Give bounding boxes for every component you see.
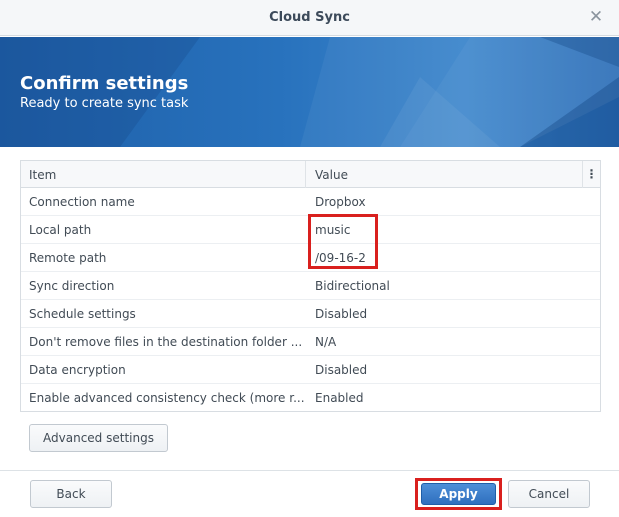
table-header: Item Value ⋮ bbox=[21, 161, 600, 188]
column-header-value[interactable]: Value bbox=[315, 168, 348, 182]
table-row[interactable]: Connection name Dropbox bbox=[21, 188, 600, 216]
row-value: Dropbox bbox=[315, 195, 366, 209]
row-item: Enable advanced consistency check (more … bbox=[29, 391, 304, 405]
table-row[interactable]: Don't remove files in the destination fo… bbox=[21, 328, 600, 356]
back-button[interactable]: Back bbox=[30, 480, 112, 508]
page-subtitle: Ready to create sync task bbox=[20, 96, 189, 111]
row-item: Sync direction bbox=[29, 279, 115, 293]
row-value: Bidirectional bbox=[315, 279, 390, 293]
row-value: /09-16-2 bbox=[315, 251, 366, 265]
table-row[interactable]: Schedule settings Disabled bbox=[21, 300, 600, 328]
row-item: Local path bbox=[29, 223, 92, 237]
apply-highlight-annotation: Apply bbox=[415, 478, 502, 510]
cancel-button[interactable]: Cancel bbox=[508, 480, 590, 508]
apply-button[interactable]: Apply bbox=[421, 483, 496, 505]
row-item: Schedule settings bbox=[29, 307, 136, 321]
column-header-item[interactable]: Item bbox=[29, 168, 56, 182]
close-icon[interactable]: ✕ bbox=[587, 8, 605, 26]
table-row[interactable]: Enable advanced consistency check (more … bbox=[21, 384, 600, 412]
column-divider[interactable] bbox=[305, 161, 306, 188]
wizard-banner: Confirm settings Ready to create sync ta… bbox=[0, 37, 619, 147]
column-menu-icon[interactable]: ⋮ bbox=[582, 161, 600, 188]
row-item: Don't remove files in the destination fo… bbox=[29, 335, 303, 349]
title-bar: Cloud Sync ✕ bbox=[0, 0, 619, 36]
row-item: Data encryption bbox=[29, 363, 126, 377]
table-row[interactable]: Local path music bbox=[21, 216, 600, 244]
row-value: music bbox=[315, 223, 351, 237]
advanced-settings-button[interactable]: Advanced settings bbox=[29, 424, 168, 452]
page-title: Confirm settings bbox=[20, 73, 189, 94]
row-value: Disabled bbox=[315, 307, 368, 321]
settings-summary-table: Item Value ⋮ Connection name Dropbox Loc… bbox=[20, 160, 601, 412]
row-item: Connection name bbox=[29, 195, 135, 209]
table-row[interactable]: Sync direction Bidirectional bbox=[21, 272, 600, 300]
window-title: Cloud Sync bbox=[269, 10, 350, 25]
row-item: Remote path bbox=[29, 251, 107, 265]
table-row[interactable]: Data encryption Disabled bbox=[21, 356, 600, 384]
row-value: N/A bbox=[315, 335, 337, 349]
table-row[interactable]: Remote path /09-16-2 bbox=[21, 244, 600, 272]
footer-divider bbox=[0, 470, 619, 471]
row-value: Enabled bbox=[315, 391, 364, 405]
row-value: Disabled bbox=[315, 363, 368, 377]
